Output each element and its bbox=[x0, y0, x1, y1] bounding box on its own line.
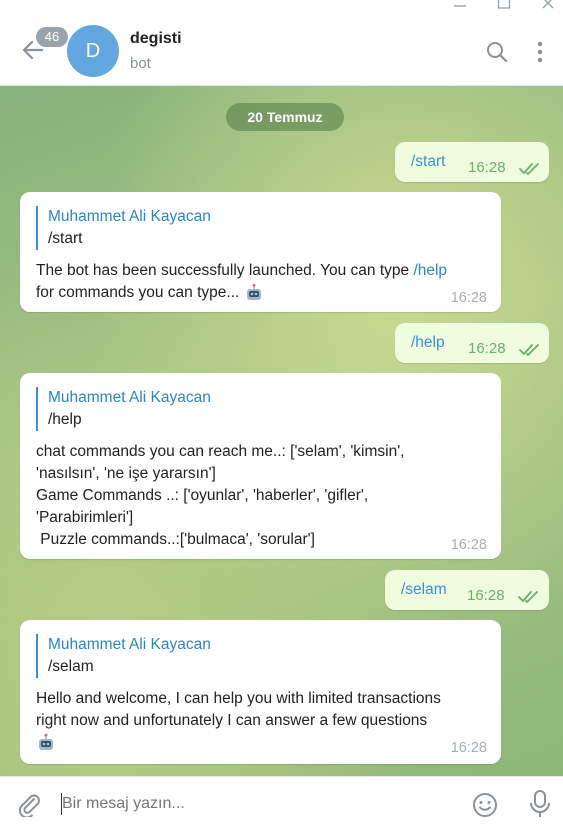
message-time: 16:28 bbox=[450, 740, 487, 756]
chat-title[interactable]: degisti bbox=[130, 30, 182, 48]
incoming-message[interactable]: Muhammet Ali Kayacan /start The bot has … bbox=[20, 192, 501, 312]
message-time: 16:28 bbox=[468, 340, 506, 357]
chat-history[interactable]: 20 Temmuz /start 16:28 Muhammet Ali Kaya… bbox=[0, 86, 563, 776]
message-time: 16:28 bbox=[468, 159, 506, 176]
avatar[interactable]: D bbox=[67, 25, 119, 77]
reply-preview[interactable]: Muhammet Ali Kayacan /selam bbox=[36, 634, 211, 678]
message-line: 'Parabirimleri'] bbox=[36, 509, 134, 526]
message-text-part: The bot has been successfully launched. … bbox=[36, 262, 414, 279]
command-link[interactable]: /help bbox=[413, 262, 447, 279]
reply-text: /start bbox=[48, 230, 83, 247]
search-button[interactable] bbox=[485, 40, 509, 69]
chat-subtitle: bot bbox=[130, 55, 151, 72]
message-input[interactable] bbox=[60, 789, 454, 819]
message-line: 'nasılsın', 'ne işe yararsın'] bbox=[36, 465, 216, 482]
smile-icon bbox=[473, 793, 497, 817]
close-button[interactable] bbox=[541, 0, 555, 14]
chat-header: 46 D degisti bot bbox=[0, 17, 563, 86]
message-line: Game Commands ..: ['oyunlar', 'haberler'… bbox=[36, 487, 369, 504]
message-text: The bot has been successfully launched. … bbox=[36, 260, 447, 304]
reply-text: /selam bbox=[48, 658, 94, 675]
outgoing-message[interactable]: /help 16:28 bbox=[395, 323, 549, 363]
reply-author: Muhammet Ali Kayacan bbox=[48, 636, 211, 653]
reply-text: /help bbox=[48, 411, 82, 428]
incoming-message[interactable]: Muhammet Ali Kayacan /help chat commands… bbox=[20, 373, 501, 559]
message-text: /selam bbox=[401, 581, 447, 598]
double-check-icon bbox=[519, 344, 539, 356]
message-line: chat commands you can reach me..: ['sela… bbox=[36, 443, 405, 460]
message-composer bbox=[0, 776, 563, 830]
reply-preview[interactable]: Muhammet Ali Kayacan /help bbox=[36, 387, 211, 431]
attach-button[interactable] bbox=[16, 791, 42, 822]
robot-emoji bbox=[39, 733, 53, 750]
message-time: 16:28 bbox=[467, 587, 505, 604]
reply-author: Muhammet Ali Kayacan bbox=[48, 208, 211, 225]
reply-author: Muhammet Ali Kayacan bbox=[48, 389, 211, 406]
menu-button[interactable] bbox=[530, 40, 550, 69]
message-line: Puzzle commands..:['bulmaca', 'sorular'] bbox=[36, 531, 315, 548]
message-text: Hello and welcome, I can help you with l… bbox=[36, 688, 441, 754]
message-text: /help bbox=[411, 334, 445, 351]
message-time: 16:28 bbox=[450, 290, 487, 306]
outgoing-message[interactable]: /selam 16:28 bbox=[385, 570, 549, 610]
robot-emoji bbox=[246, 283, 261, 300]
window-titlebar bbox=[0, 0, 563, 17]
search-icon bbox=[487, 42, 508, 63]
paperclip-icon bbox=[19, 794, 40, 819]
minimize-button[interactable] bbox=[453, 0, 467, 14]
outgoing-message[interactable]: /start 16:28 bbox=[395, 142, 549, 182]
maximize-button[interactable] bbox=[497, 0, 511, 14]
date-separator: 20 Temmuz bbox=[226, 103, 344, 131]
message-text-part: for commands you can type... bbox=[36, 284, 244, 301]
double-check-icon bbox=[518, 591, 538, 603]
message-line: Hello and welcome, I can help you with l… bbox=[36, 690, 441, 707]
incoming-message[interactable]: Muhammet Ali Kayacan /selam Hello and we… bbox=[20, 620, 501, 764]
double-check-icon bbox=[519, 163, 539, 175]
microphone-icon bbox=[530, 790, 550, 817]
message-text: chat commands you can reach me..: ['sela… bbox=[36, 441, 404, 551]
emoji-button[interactable] bbox=[471, 791, 499, 824]
message-line: right now and unfortunately I can answer… bbox=[36, 712, 428, 729]
voice-record-button[interactable] bbox=[528, 789, 552, 824]
reply-preview[interactable]: Muhammet Ali Kayacan /start bbox=[36, 206, 211, 250]
more-vertical-icon bbox=[537, 41, 543, 63]
message-time: 16:28 bbox=[450, 537, 487, 553]
unread-count-badge: 46 bbox=[36, 27, 68, 47]
message-text: /start bbox=[411, 153, 446, 170]
